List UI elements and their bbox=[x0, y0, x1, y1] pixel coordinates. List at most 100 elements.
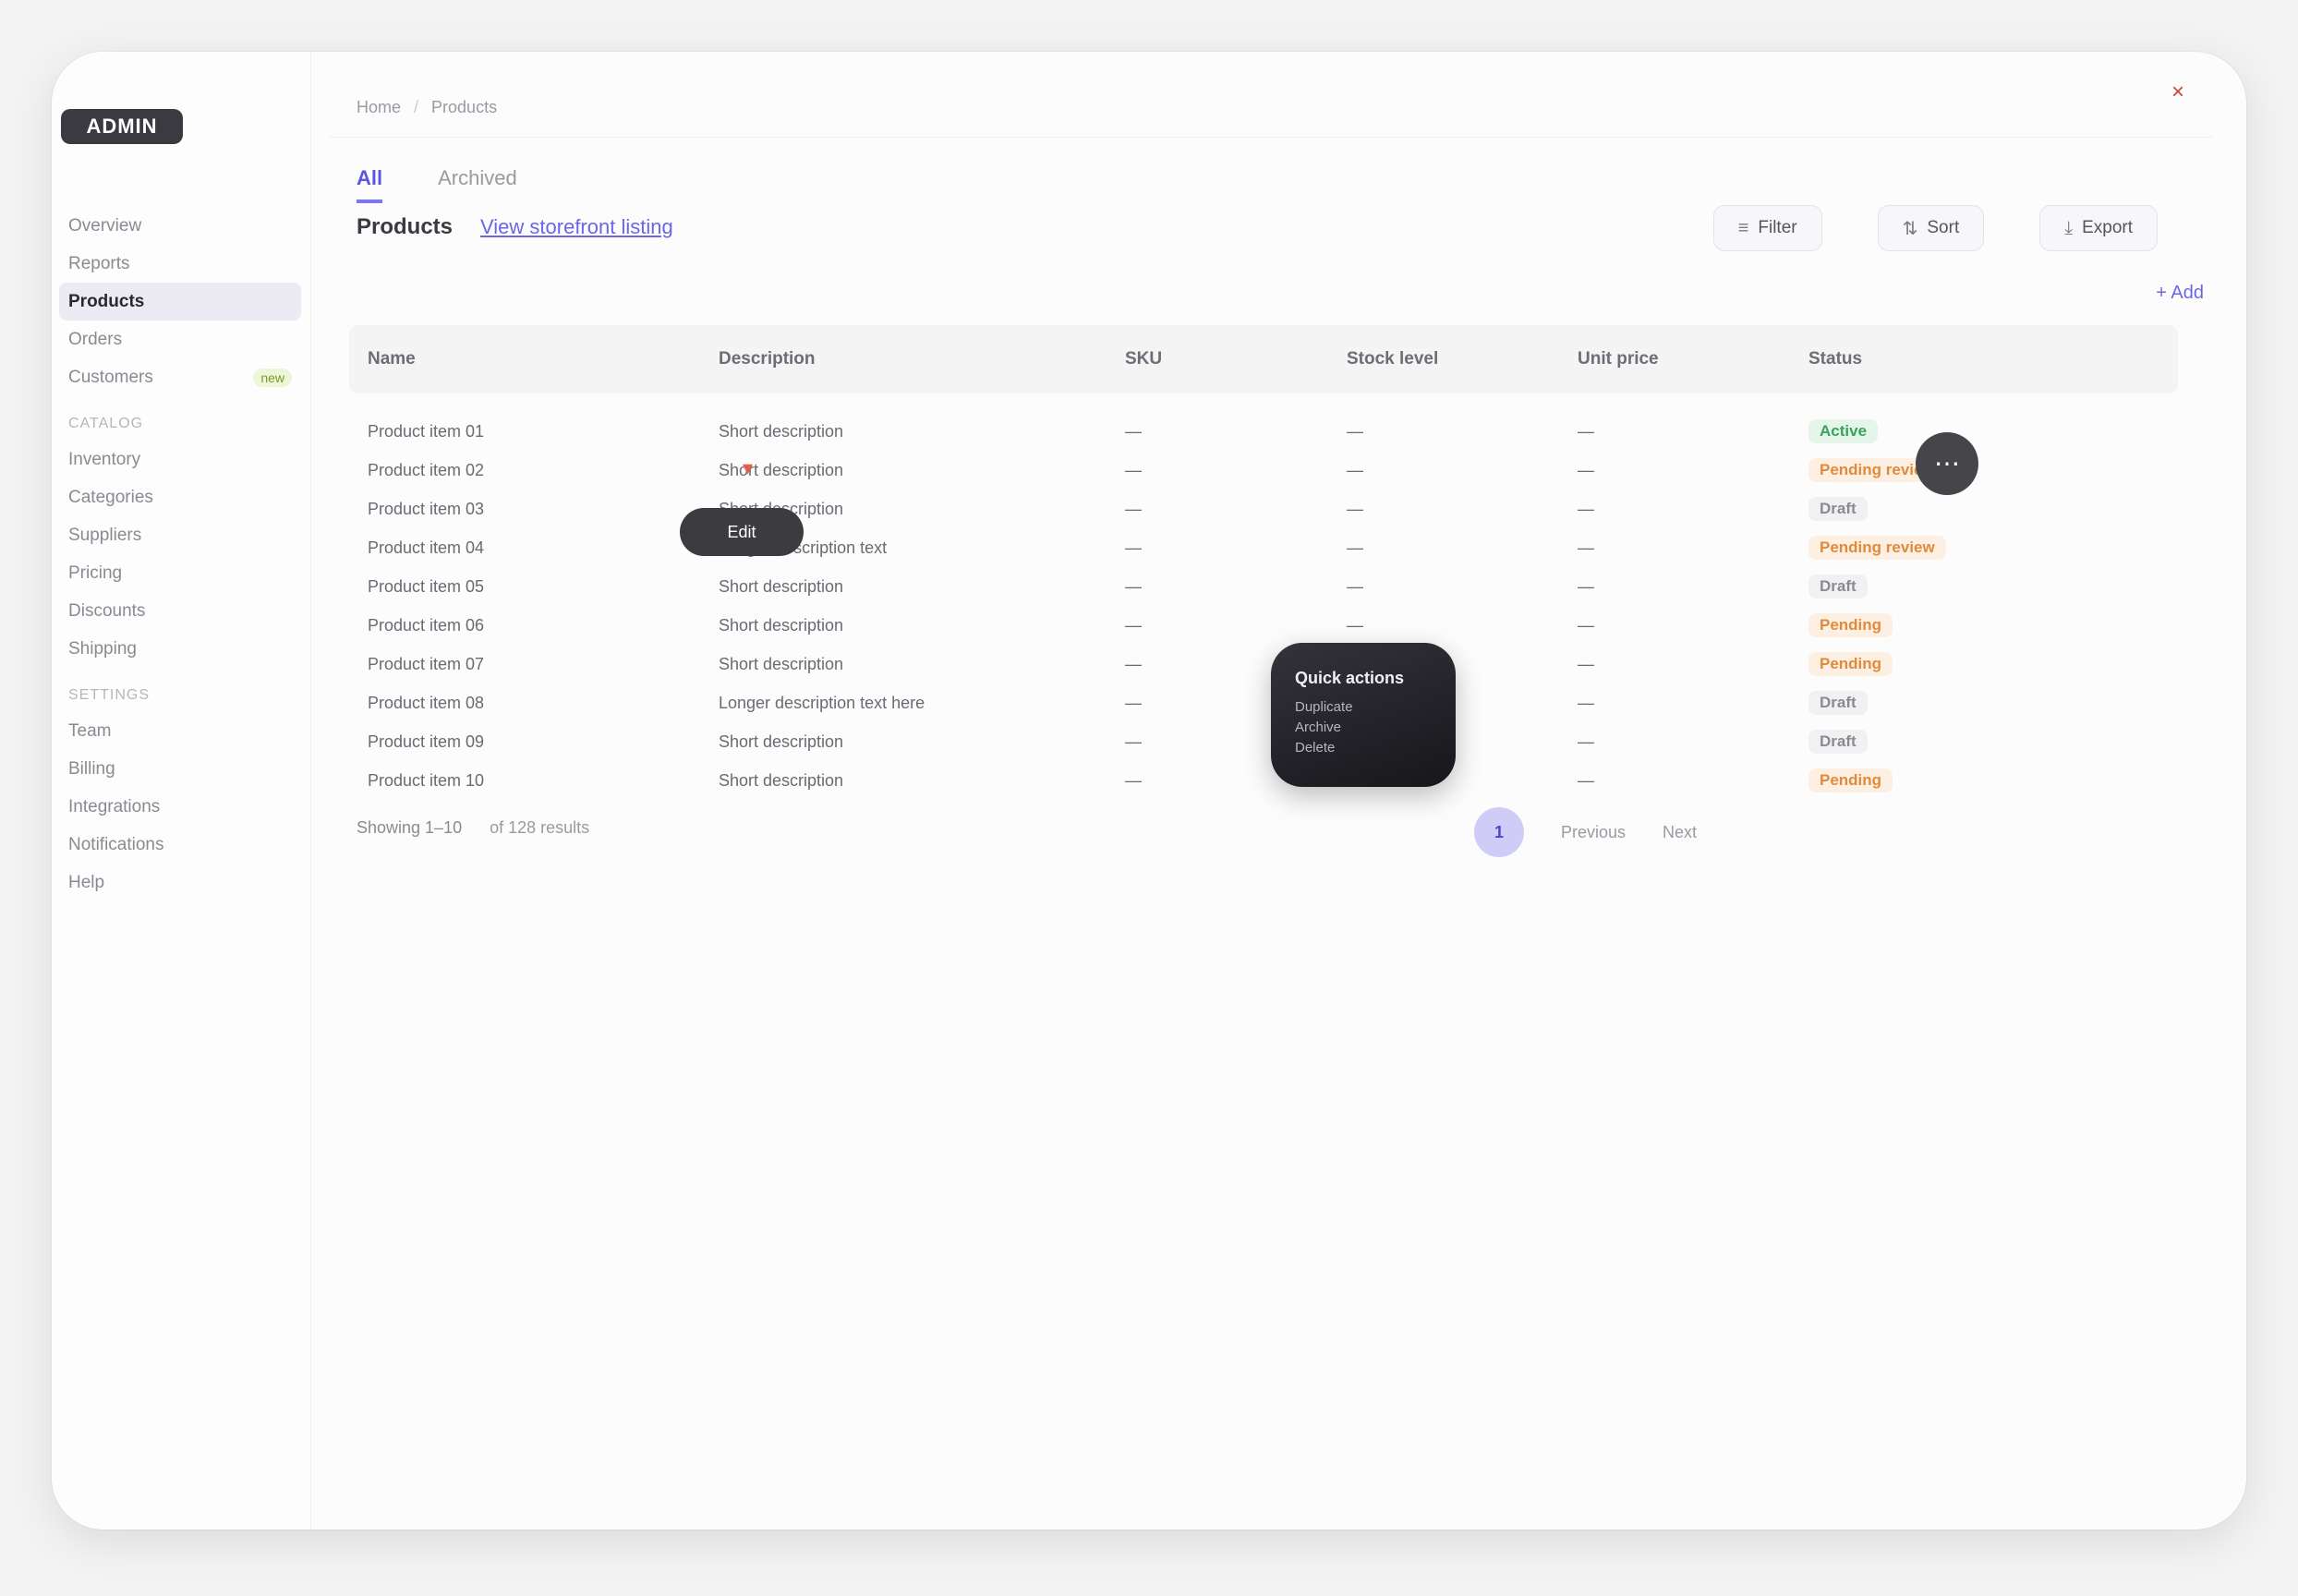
table-row[interactable]: Product item 08 Longer description text h… bbox=[349, 683, 2178, 722]
sidebar-item-overview[interactable]: Overview bbox=[59, 207, 301, 245]
sidebar-section-catalog: Catalog bbox=[59, 407, 301, 441]
cell-status: Active bbox=[1790, 419, 2178, 443]
cell-sku: — bbox=[1125, 576, 1142, 596]
cell-status: Pending bbox=[1790, 613, 2178, 637]
sidebar-item-products[interactable]: Products bbox=[59, 283, 301, 320]
popover-item-duplicate[interactable]: Duplicate bbox=[1295, 697, 1432, 718]
sidebar-item-customers[interactable]: Customers new bbox=[59, 358, 301, 396]
status-badge: Active bbox=[1808, 419, 1879, 443]
status-badge: Draft bbox=[1808, 691, 1868, 715]
cell-name: Product item 03 bbox=[368, 499, 485, 518]
flag-marker-icon: ▾ bbox=[743, 456, 754, 479]
more-actions-button[interactable]: ⋯ bbox=[1916, 432, 1978, 495]
table-row[interactable]: Product item 07Short description———Pendi… bbox=[349, 645, 2178, 683]
title-row: Products View storefront listing bbox=[357, 214, 673, 240]
column-header-status[interactable]: Status bbox=[1790, 349, 2178, 369]
sidebar-section-settings: Settings bbox=[59, 679, 301, 712]
sidebar-item-reports[interactable]: Reports bbox=[59, 245, 301, 283]
divider bbox=[329, 137, 2213, 138]
tabs: All Archived bbox=[357, 166, 517, 203]
table-row[interactable]: Product item 06 Short description — — — Pendi… bbox=[349, 606, 2178, 645]
quick-actions-popover: Quick actions Duplicate Archive Delete bbox=[1271, 643, 1456, 787]
cell-status: Pending bbox=[1790, 652, 2178, 676]
column-header-name[interactable]: Name bbox=[349, 349, 700, 369]
column-header-stock[interactable]: Stock level bbox=[1328, 349, 1559, 369]
pagination-summary: Showing 1–10 of 128 results bbox=[357, 818, 589, 838]
close-icon[interactable]: × bbox=[2165, 79, 2191, 105]
sidebar-item-help[interactable]: Help bbox=[59, 864, 301, 901]
table-row[interactable]: Product item 09Short description———Draft bbox=[349, 722, 2178, 761]
cell-name: Product item 09 bbox=[368, 732, 485, 751]
popover-item-delete[interactable]: Delete bbox=[1295, 738, 1432, 758]
sidebar-item-integrations[interactable]: Integrations bbox=[59, 788, 301, 826]
cell-stock: — bbox=[1347, 499, 1363, 518]
status-badge: Pending bbox=[1808, 768, 1893, 792]
pagination-next[interactable]: Next bbox=[1663, 823, 1697, 842]
cell-status: Draft bbox=[1790, 574, 2178, 598]
cell-description: Longer description text here bbox=[719, 693, 925, 712]
table-row[interactable]: Product item 04 Longer description text — —… bbox=[349, 528, 2178, 567]
table-row[interactable]: Product item 02 Short description — — — Pendi… bbox=[349, 451, 2178, 490]
download-icon: ⤓ bbox=[2064, 217, 2074, 238]
cell-price: — bbox=[1578, 615, 1594, 635]
sidebar-item-pricing[interactable]: Pricing bbox=[59, 554, 301, 592]
add-product-link[interactable]: + Add bbox=[2156, 283, 2204, 304]
table-row[interactable]: Product item 05 Short description — — — Draft bbox=[349, 567, 2178, 606]
tab-all[interactable]: All bbox=[357, 166, 383, 203]
toolbar-actions: ≡ Filter ⇅ Sort ⤓ Export bbox=[1712, 205, 2158, 251]
cell-name: Product item 07 bbox=[368, 654, 485, 673]
table-row[interactable]: Product item 03Short description———Draft bbox=[349, 490, 2178, 528]
column-header-sku[interactable]: SKU bbox=[1107, 349, 1328, 369]
popover-item-archive[interactable]: Archive bbox=[1295, 718, 1432, 738]
cell-stock: — bbox=[1347, 460, 1363, 479]
sidebar-item-team[interactable]: Team bbox=[59, 712, 301, 750]
pagination-prev[interactable]: Previous bbox=[1561, 823, 1626, 842]
sort-button[interactable]: ⇅ Sort bbox=[1877, 205, 1985, 251]
sidebar-item-shipping[interactable]: Shipping bbox=[59, 630, 301, 668]
table-header: Name Description SKU Stock level Unit pr… bbox=[349, 325, 2178, 393]
sort-icon: ⇅ bbox=[1902, 218, 1918, 239]
cell-description: Short description bbox=[719, 770, 844, 790]
sidebar-item-billing[interactable]: Billing bbox=[59, 750, 301, 788]
breadcrumb-current: Products bbox=[431, 98, 498, 116]
sidebar-item-label: Customers bbox=[68, 367, 153, 387]
edit-chip-button[interactable]: Edit bbox=[680, 508, 804, 556]
pagination-showing: Showing 1–10 bbox=[357, 818, 463, 837]
table-row[interactable]: Product item 10Short description———Pendi… bbox=[349, 761, 2178, 800]
new-badge: new bbox=[253, 368, 292, 387]
cell-price: — bbox=[1578, 538, 1594, 557]
column-header-description[interactable]: Description bbox=[700, 349, 1107, 369]
cell-stock: — bbox=[1347, 615, 1363, 635]
cell-name: Product item 08 bbox=[368, 693, 485, 712]
sidebar-item-label: Discounts bbox=[68, 600, 146, 621]
sidebar-item-label: Catalog bbox=[68, 416, 144, 431]
sidebar-item-inventory[interactable]: Inventory bbox=[59, 441, 301, 478]
cell-status: Draft bbox=[1790, 730, 2178, 754]
table-row[interactable]: Product item 01 Short description — — — Activ… bbox=[349, 412, 2178, 451]
sidebar-item-label: Help bbox=[68, 872, 105, 892]
sidebar-item-discounts[interactable]: Discounts bbox=[59, 592, 301, 630]
sidebar-item-orders[interactable]: Orders bbox=[59, 320, 301, 358]
cell-price: — bbox=[1578, 693, 1594, 712]
export-button[interactable]: ⤓ Export bbox=[2039, 205, 2158, 251]
pagination-controls: 1 Previous Next bbox=[1474, 807, 1697, 857]
sidebar-item-categories[interactable]: Categories bbox=[59, 478, 301, 516]
filter-button[interactable]: ≡ Filter bbox=[1712, 205, 1822, 251]
sidebar-item-label: Inventory bbox=[68, 449, 141, 469]
sidebar-item-notifications[interactable]: Notifications bbox=[59, 826, 301, 864]
sidebar-item-label: Pricing bbox=[68, 562, 123, 583]
sidebar-nav: Overview Reports Products Orders Customers ne… bbox=[59, 207, 301, 901]
tab-archived[interactable]: Archived bbox=[438, 166, 517, 203]
status-badge: Draft bbox=[1808, 574, 1868, 598]
sidebar-item-suppliers[interactable]: Suppliers bbox=[59, 516, 301, 554]
sidebar: ADMIN Overview Reports Products Orders Custo… bbox=[52, 52, 311, 1530]
cell-price: — bbox=[1578, 732, 1594, 751]
page-number-current[interactable]: 1 bbox=[1474, 807, 1524, 857]
status-badge: Draft bbox=[1808, 497, 1868, 521]
cell-description: Short description bbox=[719, 460, 844, 479]
storefront-link[interactable]: View storefront listing bbox=[480, 215, 673, 239]
filter-button-label: Filter bbox=[1758, 218, 1797, 237]
column-header-price[interactable]: Unit price bbox=[1559, 349, 1790, 369]
pagination-total: of 128 results bbox=[490, 818, 590, 837]
breadcrumb-home[interactable]: Home bbox=[357, 98, 401, 117]
